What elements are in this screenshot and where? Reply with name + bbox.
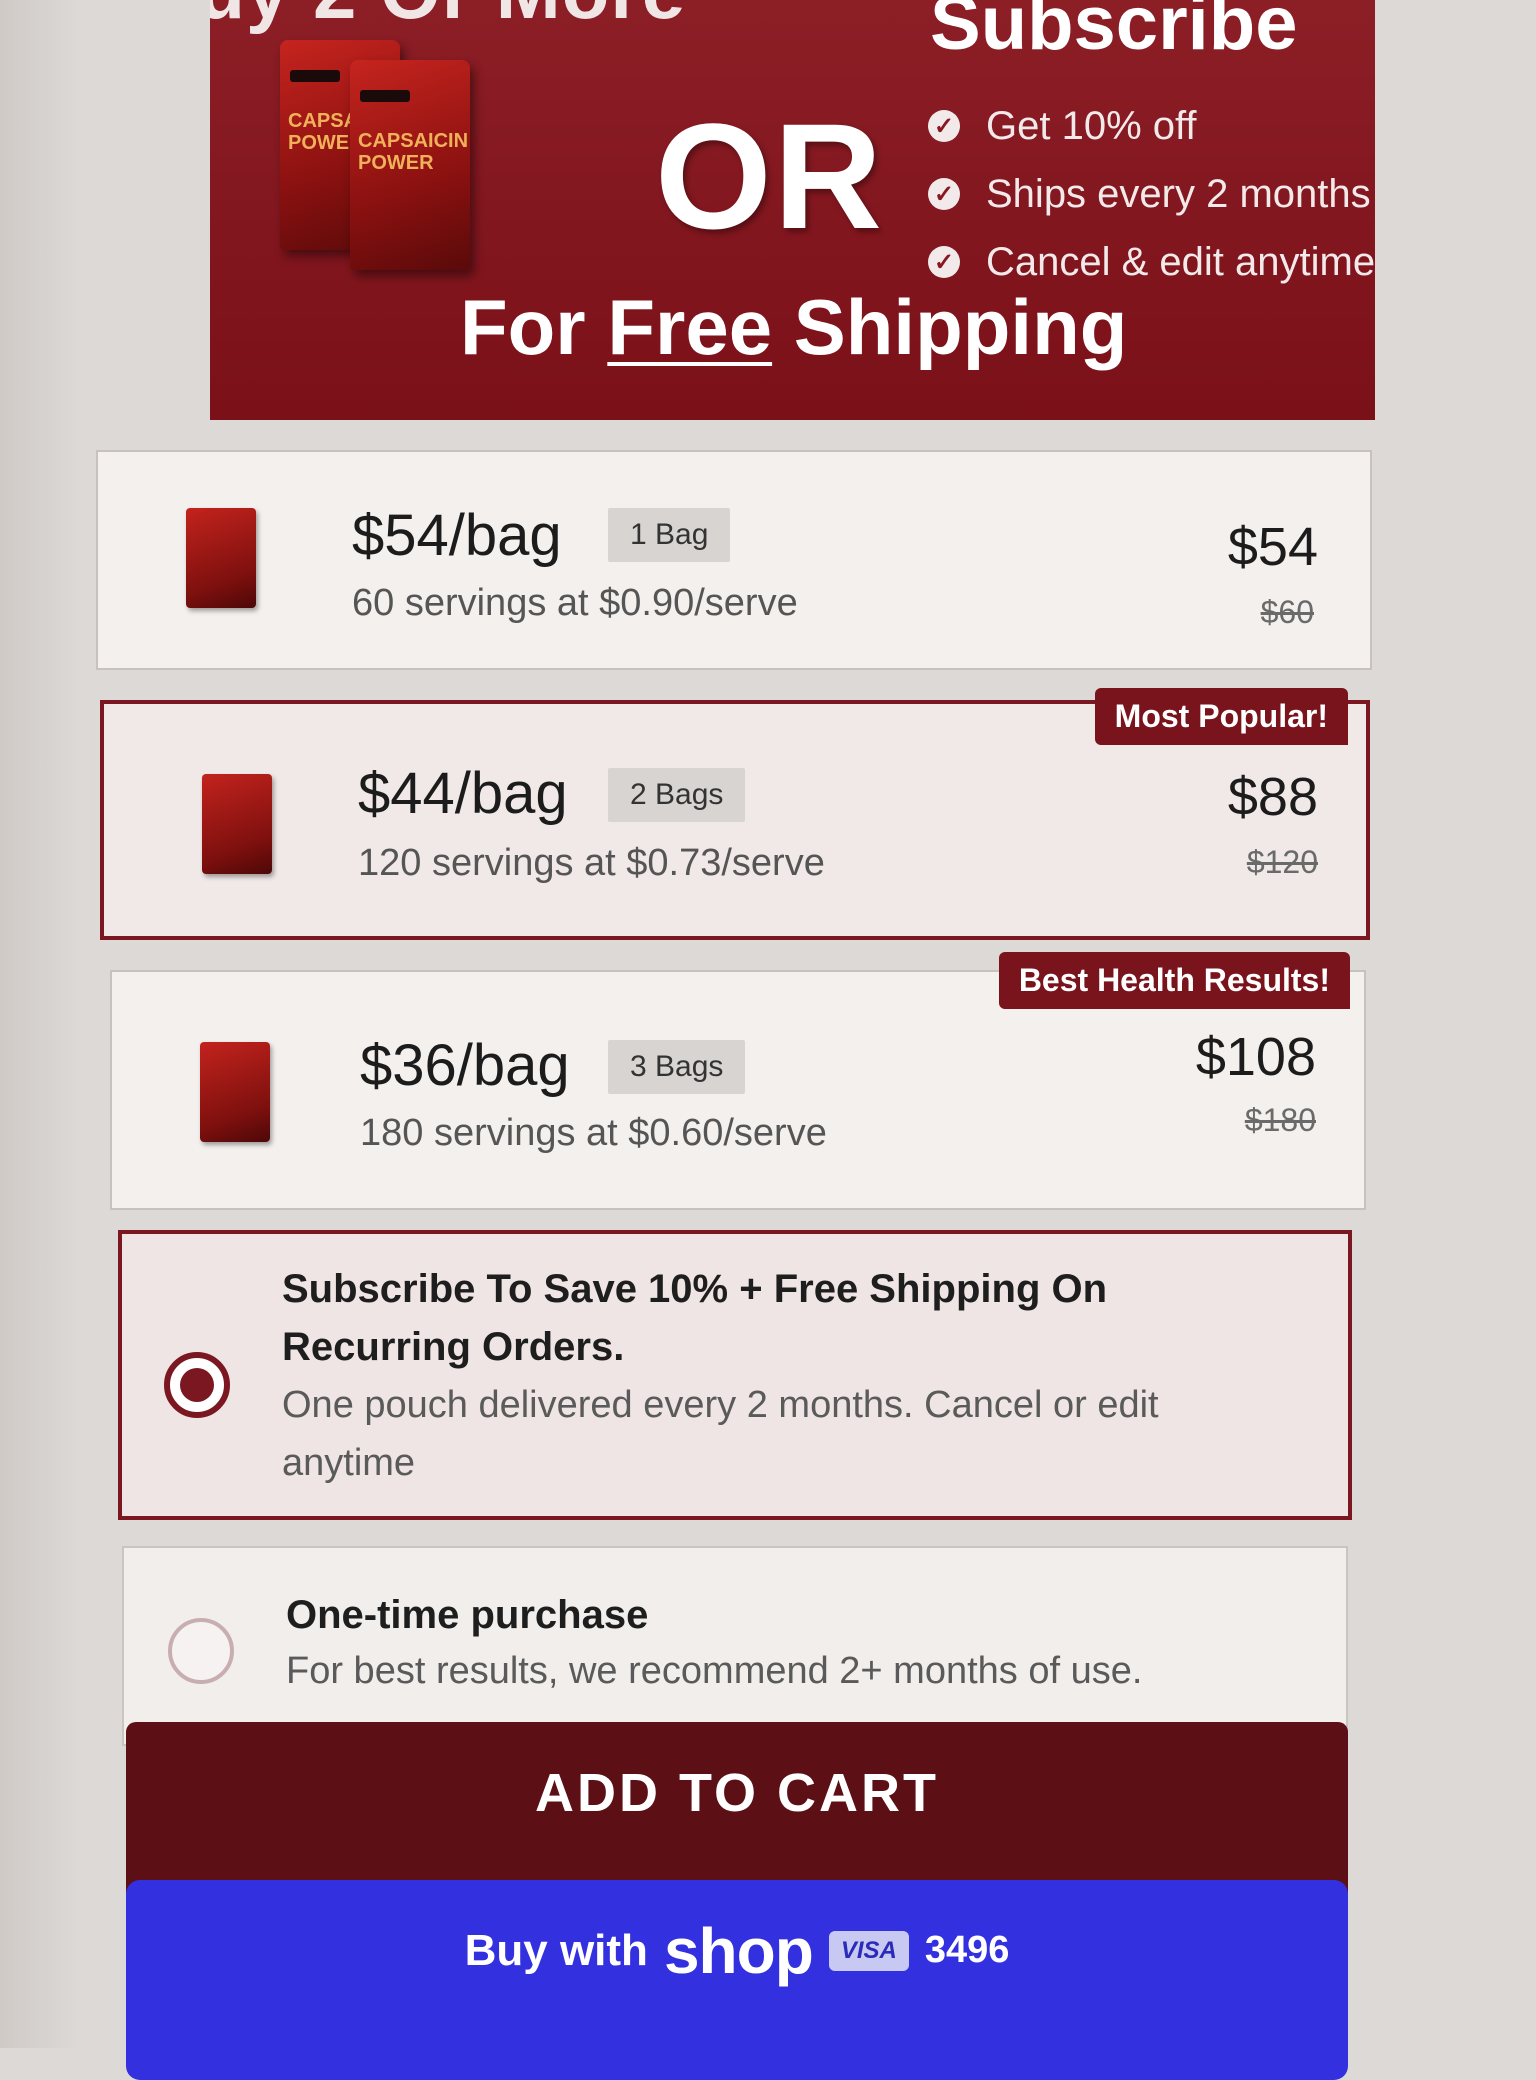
check-icon: ✓	[928, 110, 960, 142]
free-shipping-text: For Free Shipping	[460, 283, 1128, 371]
banner-headline-cropped: Buy 2 Or More	[210, 0, 686, 37]
most-popular-badge: Most Popular!	[1094, 688, 1348, 745]
perk-item: ✓ Ships every 2 months	[928, 160, 1375, 228]
card-last-four: 3496	[924, 1929, 1010, 1971]
per-bag-price: $36/bag	[360, 1033, 570, 1098]
shop-logo: shop	[663, 1914, 814, 1987]
shop-pay-button[interactable]: Buy with shop VISA 3496	[126, 1880, 1348, 2080]
quantity-chip: 3 Bags	[608, 1040, 746, 1094]
per-bag-price: $54/bag	[352, 503, 562, 568]
one-time-radio[interactable]	[168, 1618, 234, 1684]
quantity-chip: 1 Bag	[608, 508, 731, 562]
quantity-chip: 2 Bags	[608, 768, 746, 822]
promo-banner: Buy 2 Or More CAPSAICIN POWER CAPSAICIN …	[210, 0, 1375, 420]
page-background	[0, 0, 80, 2048]
compare-at-price: $120	[1246, 844, 1318, 880]
buy-with-label: Buy with	[464, 1925, 648, 1975]
bundle-option-2-bags[interactable]: Most Popular! $44/bag 2 Bags 120 serving…	[100, 688, 1370, 940]
visa-card-icon: VISA	[828, 1930, 909, 1971]
bag-label-text: CAPSAICIN POWER	[358, 130, 469, 174]
compare-at-price: $180	[1244, 1102, 1316, 1138]
product-thumbnail	[186, 508, 256, 608]
bundle-option-1-bag[interactable]: $54/bag 1 Bag 60 servings at $0.90/serve…	[96, 450, 1372, 670]
subscribe-option[interactable]: Subscribe To Save 10% + Free Shipping On…	[118, 1230, 1352, 1520]
bundle-price: $108	[1195, 1027, 1316, 1087]
check-icon: ✓	[928, 178, 960, 210]
servings-text: 180 servings at $0.60/serve	[360, 1112, 827, 1154]
product-thumbnail	[202, 774, 272, 874]
one-time-purchase-option[interactable]: One-time purchase For best results, we r…	[122, 1546, 1348, 1746]
best-health-badge: Best Health Results!	[998, 952, 1350, 1009]
subscribe-perks-list: ✓ Get 10% off ✓ Ships every 2 months ✓ Canc…	[928, 92, 1375, 296]
servings-text: 120 servings at $0.73/serve	[358, 842, 825, 884]
compare-at-price: $60	[1260, 594, 1314, 630]
bundle-price: $88	[1227, 767, 1318, 827]
product-thumbnail	[200, 1042, 270, 1142]
subscribe-radio[interactable]	[164, 1352, 230, 1418]
per-bag-price: $44/bag	[358, 761, 568, 826]
product-bags-image: CAPSAICIN POWER CAPSAICIN POWER	[280, 40, 500, 270]
one-time-option-title: One-time purchase	[286, 1593, 649, 1637]
perk-item: ✓ Get 10% off	[928, 92, 1375, 160]
check-icon: ✓	[928, 246, 960, 278]
subscribe-heading: Subscribe	[930, 0, 1298, 66]
subscribe-option-title: Subscribe To Save 10% + Free Shipping On…	[282, 1267, 1108, 1369]
product-purchase-panel: Buy 2 Or More CAPSAICIN POWER CAPSAICIN …	[0, 0, 1536, 2080]
or-divider-text: OR	[655, 92, 884, 260]
product-bag-front: CAPSAICIN POWER	[350, 60, 470, 270]
one-time-option-description: For best results, we recommend 2+ months…	[286, 1650, 1143, 1692]
bundle-option-3-bags[interactable]: Best Health Results! $36/bag 3 Bags 180 …	[110, 952, 1366, 1210]
bundle-price: $54	[1227, 517, 1318, 577]
subscribe-option-description: One pouch delivered every 2 months. Canc…	[282, 1384, 1159, 1484]
servings-text: 60 servings at $0.90/serve	[352, 582, 798, 624]
